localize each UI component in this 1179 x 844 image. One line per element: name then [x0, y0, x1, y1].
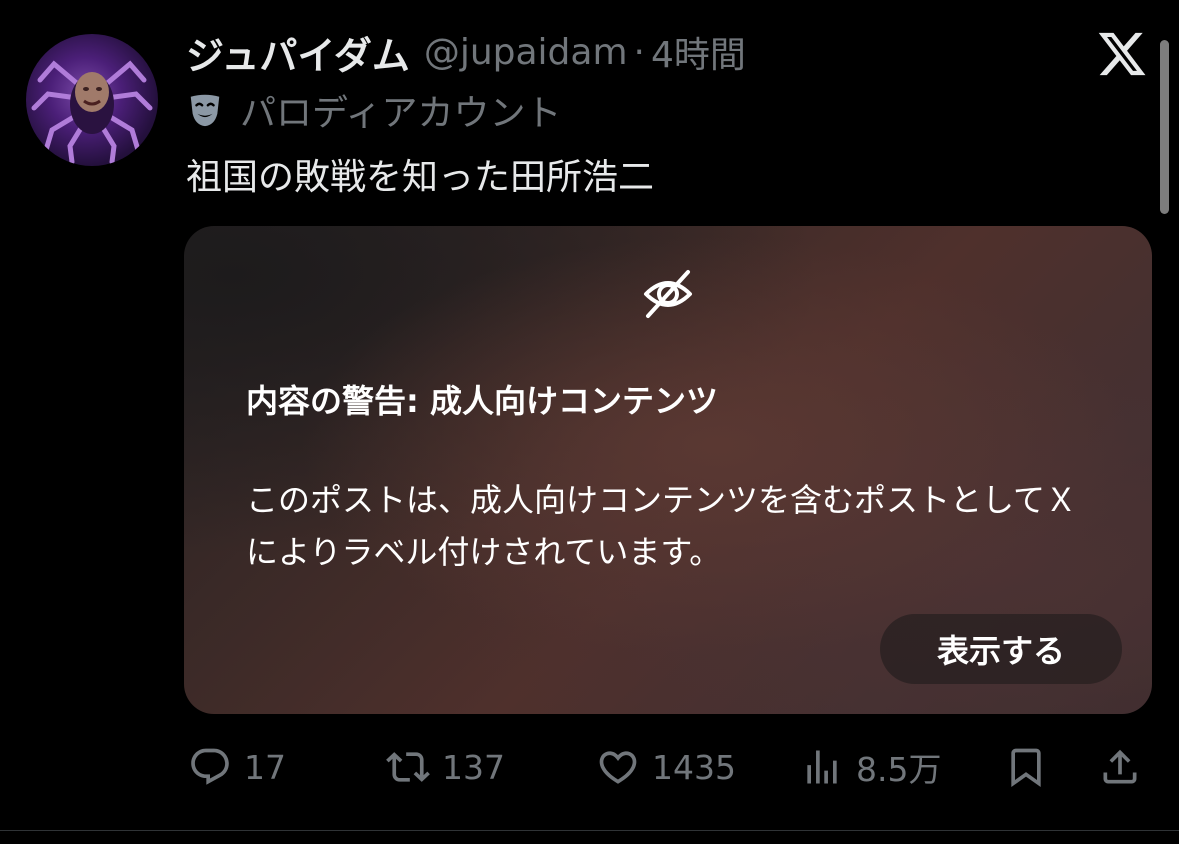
share-icon: [1103, 749, 1137, 784]
show-content-button[interactable]: 表示する: [880, 614, 1122, 684]
eye-off-icon: [644, 270, 692, 318]
separator-dot: ·: [633, 31, 645, 73]
tweet-text: 祖国の敗戦を知った田所浩二: [186, 157, 655, 198]
bookmark-action[interactable]: [1004, 740, 1048, 794]
heart-icon: [599, 751, 637, 784]
warning-title: 内容の警告: 成人向けコンテンツ: [246, 382, 718, 420]
x-logo-icon[interactable]: [1096, 28, 1148, 80]
share-action[interactable]: [1098, 740, 1142, 794]
user-handle[interactable]: @jupaidam: [424, 32, 628, 73]
parody-label-row: パロディアカウント: [186, 84, 561, 136]
parody-account-label: パロディアカウント: [240, 93, 562, 134]
reply-count: 17: [244, 747, 286, 787]
bookmark-icon: [1011, 748, 1041, 788]
display-name[interactable]: ジュパイダム: [186, 25, 410, 80]
scrollbar[interactable]: [1160, 40, 1169, 214]
warning-description: このポストは、成人向けコンテンツを含むポストとしてＸによりラベル付けされています…: [246, 481, 1078, 571]
reply-icon: [191, 748, 229, 785]
views-action[interactable]: 8.5万: [800, 740, 941, 794]
timestamp[interactable]: 4時間: [651, 26, 746, 78]
divider: [0, 830, 1179, 831]
sensitive-media-card[interactable]: 内容の警告: 成人向けコンテンツ このポストは、成人向けコンテンツを含むポストと…: [184, 226, 1152, 714]
view-count: 8.5万: [856, 750, 942, 789]
like-count: 1435: [652, 747, 736, 787]
tweet[interactable]: ジュパイダム @jupaidam · 4時間 パロディアカウント 祖国の敗戦を知…: [0, 0, 1179, 844]
avatar-image: [31, 60, 153, 165]
avatar[interactable]: [26, 34, 158, 166]
reply-action[interactable]: 17: [188, 740, 286, 794]
repost-icon: [386, 752, 430, 782]
like-action[interactable]: 1435: [596, 740, 736, 794]
mask-icon: [190, 94, 220, 127]
views-icon: [807, 750, 837, 784]
repost-action[interactable]: 137: [386, 740, 505, 794]
tweet-header: ジュパイダム @jupaidam · 4時間: [186, 24, 746, 80]
repost-count: 137: [442, 747, 505, 787]
